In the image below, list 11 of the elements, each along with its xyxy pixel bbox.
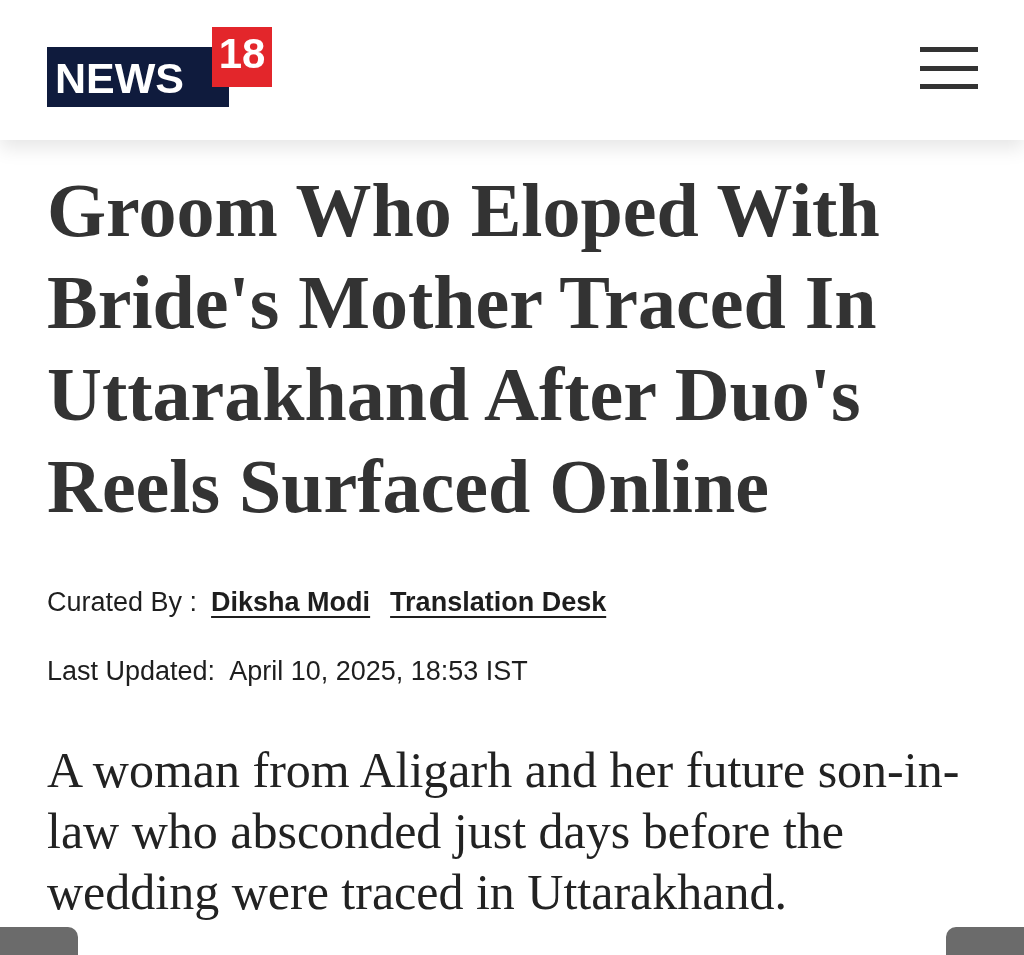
edge-tab[interactable] <box>946 927 1024 955</box>
menu-icon <box>920 47 978 89</box>
author-link[interactable]: Diksha Modi <box>211 587 371 618</box>
updated-date: April 10, 2025, 18:53 IST <box>229 656 528 687</box>
updated-label: Last Updated: <box>47 656 216 687</box>
menu-button[interactable] <box>920 47 978 89</box>
article-headline: Groom Who Eloped With Bride's Mother Traced In Uttarakhand After Duo's Reels Surfaced Online <box>47 167 881 530</box>
article-summary: A woman from Aligarh and her future son-in-law who absconded just days before the wedding were traced in Uttarakhand. <box>47 741 961 922</box>
edge-tab[interactable] <box>0 927 78 955</box>
author-link[interactable]: Translation Desk <box>390 587 607 618</box>
byline-label: Curated By : <box>47 587 198 618</box>
